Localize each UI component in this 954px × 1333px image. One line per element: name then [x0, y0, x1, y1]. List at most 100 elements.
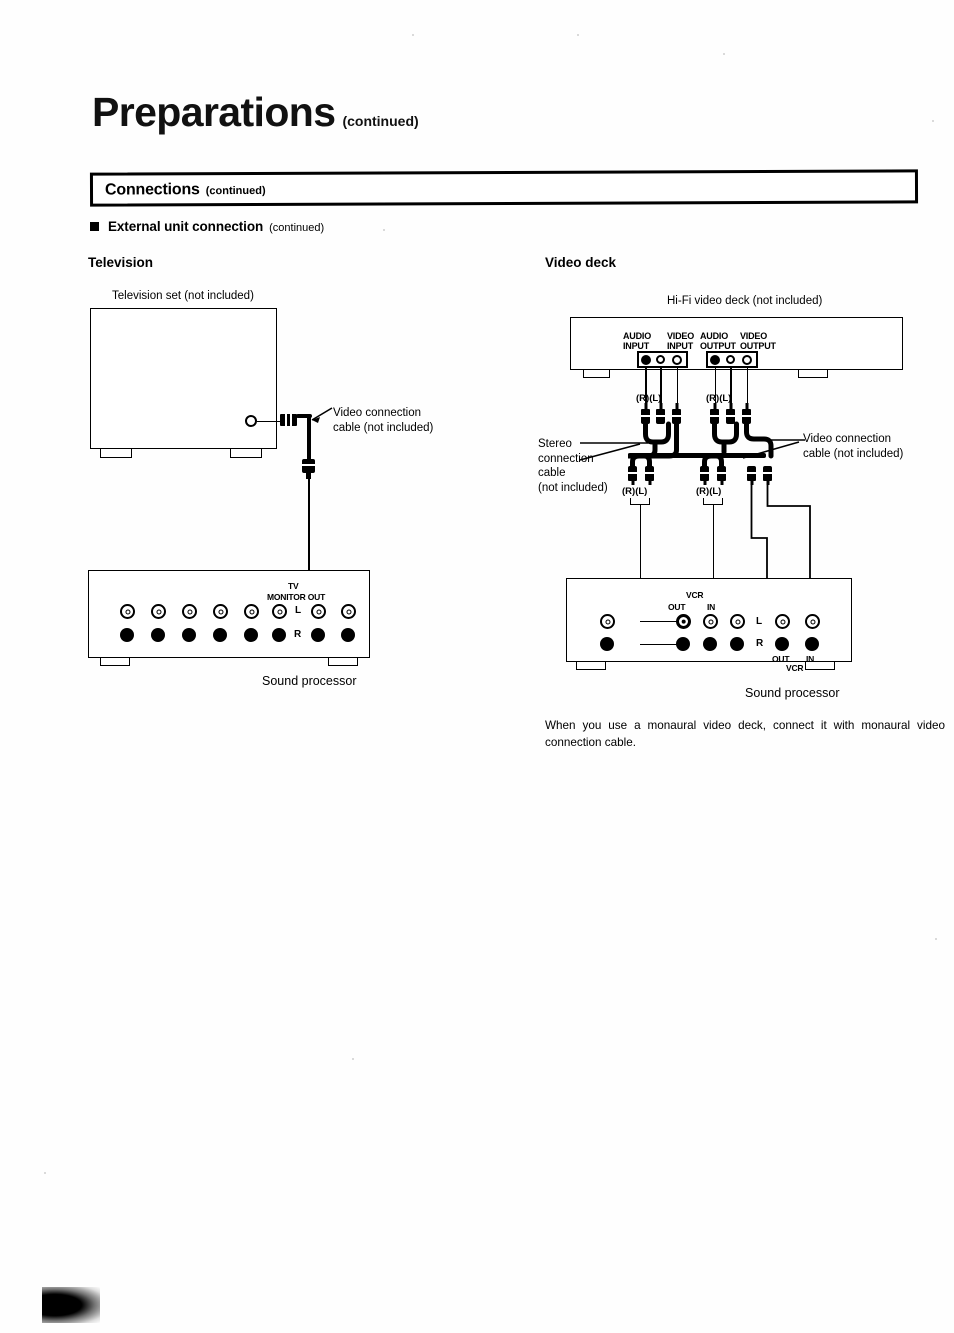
tv-sound-processor-foot-right — [328, 658, 358, 666]
tv-processor-jack-bot-7 — [311, 628, 325, 642]
plug-lower-stereo-in-l-band — [645, 472, 654, 474]
scan-speck — [383, 229, 385, 231]
television-cable-callout-line2: cable (not included) — [333, 421, 434, 434]
scan-speck — [935, 938, 937, 940]
tv-sound-processor-name: Sound processor — [262, 674, 357, 688]
plug-upper-video-in-band — [672, 415, 681, 417]
lower-rl-marker-2: (R)(L) — [696, 486, 722, 497]
vd-processor-left-label: L — [756, 616, 763, 627]
vd-processor-jack-vcr-out-r — [676, 637, 690, 651]
scan-speck — [723, 53, 725, 55]
vd-processor-jack-vcr-in-l — [703, 614, 718, 629]
bracket-stereo-in — [630, 498, 650, 505]
external-unit-connection-suffix: (continued) — [269, 222, 325, 234]
television-foot-right — [230, 449, 262, 458]
tv-processor-jack-tv-monitor-out-l — [311, 604, 326, 619]
tv-processor-jack-top-4 — [213, 604, 228, 619]
deck-audio-output-label-l2: OUTPUT — [700, 341, 736, 351]
deck-audio-input-label: AUDIO INPUT — [623, 331, 651, 351]
video-deck-foot-right — [798, 370, 828, 378]
plug-lower-video-b-band — [763, 472, 772, 474]
connections-title: Connections — [104, 181, 200, 199]
vd-processor-vcr-top-label: VCR — [686, 590, 704, 600]
television-foot-left — [100, 449, 132, 458]
manual-page: Preparations (continued) Connections (co… — [0, 0, 954, 1333]
tv-processor-jack-bot-5 — [244, 628, 258, 642]
bracket-stereo-out — [703, 498, 723, 505]
vd-processor-jack-vcr-out-l — [676, 614, 691, 629]
vd-processor-in-bottom-label: IN — [806, 654, 815, 664]
plug-lower-stereo-out-r-band — [700, 472, 709, 474]
television-video-out-jack — [245, 415, 257, 427]
connections-section-bar: Connections (continued) — [89, 169, 919, 207]
vd-processor-jack-bot-4 — [730, 637, 744, 651]
deck-lead-vo — [746, 368, 749, 405]
plug-upper-audio-in-r-band — [641, 415, 650, 417]
video-callout-leader — [742, 439, 805, 459]
stereo-callout-leader — [579, 442, 648, 461]
tv-processor-jack-bot-4 — [213, 628, 227, 642]
vd-sound-processor-name: Sound processor — [745, 686, 840, 700]
external-unit-connection-heading: External unit connection (continued) — [90, 219, 324, 234]
television-heading: Television — [88, 255, 154, 270]
plug-upper-audio-out-r-band — [710, 415, 719, 417]
tv-processor-jack-top-2 — [151, 604, 166, 619]
deck-video-output-label-l2: OUTPUT — [740, 341, 776, 351]
television-plug-barrel-band-2 — [290, 414, 292, 426]
tv-processor-jack-top-3 — [182, 604, 197, 619]
video-deck-foot-left — [583, 370, 610, 378]
tv-processor-jack-bot-6 — [272, 628, 286, 642]
scan-speck — [44, 1172, 46, 1174]
scan-smudge-artifact — [42, 1287, 100, 1323]
vd-internal-wire-bot — [640, 643, 678, 646]
deck-audio-input-label-l2: INPUT — [623, 341, 650, 351]
deck-audio-input-label-l1: AUDIO — [623, 331, 651, 341]
vd-processor-jack-in-bot — [805, 637, 819, 651]
vd-processor-jack-vcr-out-r-top — [775, 614, 790, 629]
tv-sound-processor-foot-left — [100, 658, 130, 666]
plug-upper-video-out-band — [742, 415, 751, 417]
video-deck-caption: Hi-Fi video deck (not included) — [667, 295, 823, 307]
television-callout-leader — [311, 407, 333, 423]
vd-processor-jack-out-bot — [775, 637, 789, 651]
vd-processor-vcr-bottom-label: VCR — [786, 663, 804, 673]
monaural-note: When you use a monaural video deck, conn… — [545, 719, 945, 749]
scan-speck — [577, 34, 579, 36]
television-cable-callout-line1: Video connection — [333, 407, 422, 419]
vd-internal-wire-top — [640, 620, 678, 623]
deck-video-input-label-l1: VIDEO — [667, 331, 695, 341]
deck-lead-vi — [676, 368, 679, 405]
video-cable-callout-line1: Video connection — [803, 433, 892, 445]
television-cable-lower-plug — [302, 459, 315, 473]
vd-processor-in-top-label: IN — [707, 602, 716, 612]
deck-video-input-label: VIDEO INPUT — [667, 331, 694, 351]
video-cable-callout-line2: cable (not included) — [803, 447, 904, 460]
plug-lower-stereo-in-r-band — [628, 472, 637, 474]
tv-processor-jack-bot-2 — [151, 628, 165, 642]
vd-processor-jack-top-1 — [600, 614, 615, 629]
deck-video-output-jack — [742, 355, 752, 365]
page-title-text: Preparations — [92, 89, 336, 135]
plug-lower-video-a-band — [747, 472, 756, 474]
vd-processor-jack-bot-1 — [600, 637, 614, 651]
connections-bar-label-group: Connections (continued) — [105, 181, 266, 200]
deck-rl-marker-output: (R)(L) — [706, 393, 732, 404]
tv-processor-jack-top-6 — [272, 604, 287, 619]
deck-audio-output-label: AUDIO OUTPUT — [700, 331, 736, 351]
deck-rl-marker-input: (R)(L) — [636, 393, 662, 404]
scan-speck — [412, 34, 414, 36]
deck-video-input-jack — [672, 355, 682, 365]
tv-processor-jack-top-5 — [244, 604, 259, 619]
video-cable-callout: Video connection cable (not included) — [803, 432, 903, 461]
plug-upper-audio-out-l-band — [726, 415, 735, 417]
deck-audio-output-jack-r — [710, 355, 720, 365]
tv-processor-jack-top-1 — [120, 604, 135, 619]
vd-processor-out-top-label: OUT — [668, 602, 686, 612]
scan-speck — [352, 1058, 354, 1060]
vd-processor-right-label: R — [756, 638, 764, 649]
plug-lower-stereo-out-l-band — [717, 472, 726, 474]
tv-processor-jack-top-8 — [341, 604, 356, 619]
deck-audio-output-label-l1: AUDIO — [700, 331, 728, 341]
vd-processor-jack-vcr-in-r — [703, 637, 717, 651]
deck-video-input-label-l2: INPUT — [667, 341, 694, 351]
